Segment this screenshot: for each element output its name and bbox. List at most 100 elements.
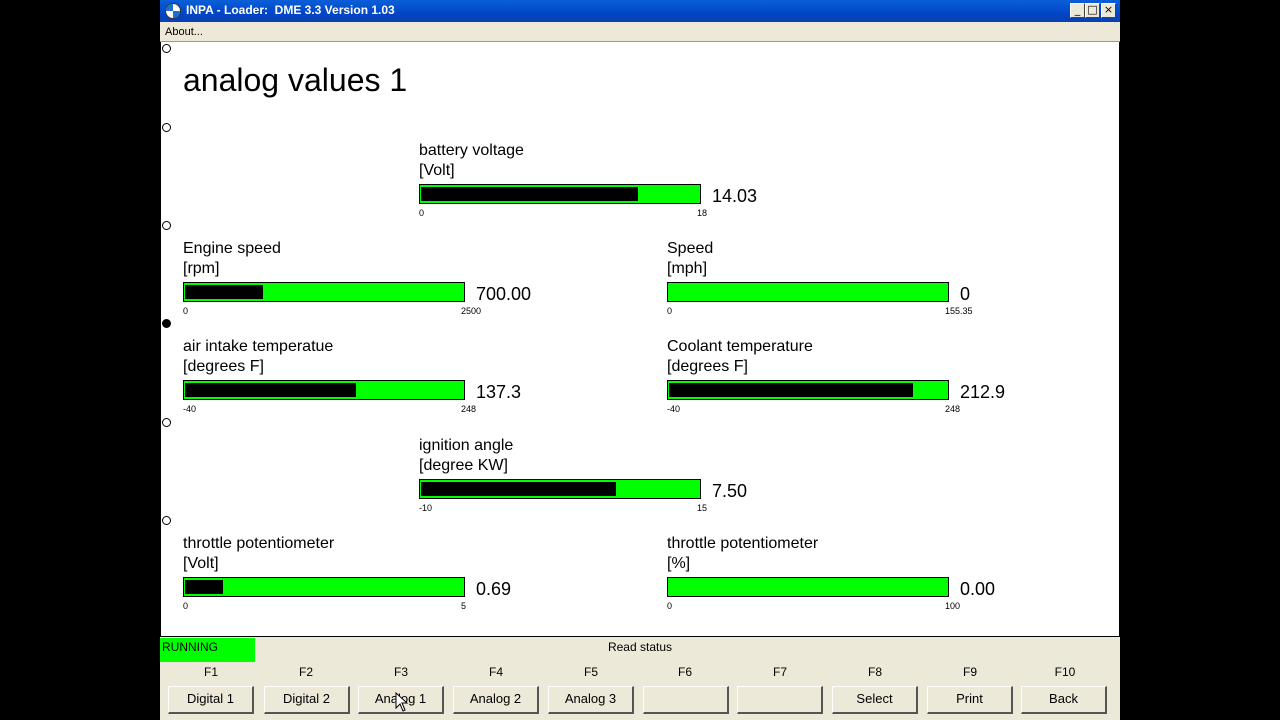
gauge-label: Engine speed xyxy=(183,240,281,257)
print-button[interactable]: Print xyxy=(927,686,1013,714)
gauge-throttle-potentiometer-percent: throttle potentiometer [%] 0.00 0 100 xyxy=(667,535,1087,625)
gauge-min: -10 xyxy=(419,503,433,513)
close-button[interactable]: × xyxy=(1101,3,1116,18)
inpa-window: INPA - Loader: DME 3.3 Version 1.03 _ □ … xyxy=(160,0,1120,720)
fkey-label-f6: F6 xyxy=(677,665,692,679)
analog-3-button[interactable]: Analog 3 xyxy=(548,686,634,714)
digital-2-button[interactable]: Digital 2 xyxy=(264,686,350,714)
gauge-value: 7.50 xyxy=(712,481,748,501)
gauge-engine-speed: Engine speed [rpm] 700.00 0 2500 xyxy=(183,240,603,330)
gauge-max: 18 xyxy=(697,208,708,218)
gauge-fill xyxy=(185,580,223,594)
gauge-unit: [Volt] xyxy=(419,162,455,179)
fkey-label-f7: F7 xyxy=(772,665,787,679)
row-selector-radio[interactable] xyxy=(162,516,171,525)
gauge-fill xyxy=(421,187,638,201)
fkey-label-f10: F10 xyxy=(1054,665,1076,679)
gauge-label: throttle potentiometer xyxy=(183,535,335,552)
gauge-coolant-temperature: Coolant temperature [degrees F] 212.9 -4… xyxy=(667,338,1087,428)
gauge-label: air intake temperatue xyxy=(183,338,334,355)
gauge-throttle-potentiometer-volt: throttle potentiometer [Volt] 0.69 0 5 xyxy=(183,535,603,625)
fkey-label-f9: F9 xyxy=(962,665,977,679)
gauge-unit: [mph] xyxy=(667,260,708,277)
fkey-label-f5: F5 xyxy=(583,665,598,679)
gauge-max: 248 xyxy=(461,404,477,414)
gauge-bar xyxy=(183,577,465,597)
gauge-min: 0 xyxy=(183,601,189,611)
gauge-bar xyxy=(667,577,949,597)
gauge-fill xyxy=(669,383,913,397)
gauge-bar xyxy=(667,380,949,400)
gauge-bar xyxy=(419,184,701,204)
select-button[interactable]: Select xyxy=(832,686,918,714)
status-bar: RUNNING Read status F1 F2 F3 F4 F5 F6 F7… xyxy=(160,636,1120,720)
gauge-label: throttle potentiometer xyxy=(667,535,819,552)
gauge-min: 0 xyxy=(667,601,673,611)
gauge-max: 2500 xyxy=(461,306,482,316)
gauge-label: ignition angle xyxy=(419,437,514,454)
gauge-value: 14.03 xyxy=(712,186,758,206)
gauge-max: 15 xyxy=(697,503,708,513)
main-content: analog values 1 battery voltage [Volt] 1… xyxy=(160,42,1120,636)
gauge-bar xyxy=(183,282,465,302)
gauge-unit: [rpm] xyxy=(183,260,220,277)
f7-button[interactable] xyxy=(737,686,823,714)
gauge-min: -40 xyxy=(667,404,681,414)
gauge-label: Coolant temperature xyxy=(667,338,813,355)
gauge-bar xyxy=(183,380,465,400)
gauge-max: 5 xyxy=(461,601,467,611)
gauge-unit: [degrees F] xyxy=(183,358,264,375)
gauge-label: battery voltage xyxy=(419,142,524,159)
gauge-max: 248 xyxy=(945,404,961,414)
gauge-max: 155.35 xyxy=(945,306,973,316)
gauge-unit: [%] xyxy=(667,555,691,572)
gauge-air-intake-temperature: air intake temperatue [degrees F] 137.3 … xyxy=(183,338,603,428)
row-selector-radio-selected[interactable] xyxy=(162,319,171,328)
minimize-button[interactable]: _ xyxy=(1070,3,1085,18)
gauge-label: Speed xyxy=(667,240,714,257)
gauge-fill xyxy=(185,285,263,299)
running-indicator: RUNNING xyxy=(160,638,255,662)
running-label: RUNNING xyxy=(162,640,218,654)
fkey-label-f2: F2 xyxy=(298,665,313,679)
gauge-value: 0 xyxy=(960,284,971,304)
window-title: INPA - Loader: DME 3.3 Version 1.03 xyxy=(186,3,395,17)
gauge-max: 100 xyxy=(945,601,961,611)
row-selector-radio[interactable] xyxy=(162,123,171,132)
menu-about[interactable]: About... xyxy=(165,26,203,38)
row-selector-radio[interactable] xyxy=(162,44,171,53)
gauge-ignition-angle: ignition angle [degree KW] 7.50 -10 15 xyxy=(419,437,839,527)
gauge-min: -40 xyxy=(183,404,197,414)
gauge-min: 0 xyxy=(183,306,189,316)
gauge-fill xyxy=(421,482,616,496)
gauge-min: 0 xyxy=(419,208,425,218)
gauge-value: 137.3 xyxy=(476,382,522,402)
digital-1-button[interactable]: Digital 1 xyxy=(168,686,254,714)
back-button[interactable]: Back xyxy=(1021,686,1107,714)
gauge-speed: Speed [mph] 0 0 155.35 xyxy=(667,240,1087,330)
f6-button[interactable] xyxy=(643,686,729,714)
analog-2-button[interactable]: Analog 2 xyxy=(453,686,539,714)
title-bar[interactable]: INPA - Loader: DME 3.3 Version 1.03 _ □ … xyxy=(160,0,1120,22)
row-selector-radio[interactable] xyxy=(162,221,171,230)
gauge-unit: [Volt] xyxy=(183,555,219,572)
gauge-value: 212.9 xyxy=(960,382,1006,402)
gauge-value: 0.69 xyxy=(476,579,512,599)
gauge-fill xyxy=(185,383,356,397)
gauge-value: 700.00 xyxy=(476,284,532,304)
gauge-bar xyxy=(667,282,949,302)
mouse-pointer-icon xyxy=(395,692,409,712)
bmw-logo-icon xyxy=(165,3,181,19)
fkey-label-f1: F1 xyxy=(203,665,218,679)
gauge-unit: [degrees F] xyxy=(667,358,748,375)
fkey-label-f4: F4 xyxy=(488,665,503,679)
gauge-value: 0.00 xyxy=(960,579,996,599)
gauge-min: 0 xyxy=(667,306,673,316)
gauge-unit: [degree KW] xyxy=(419,457,508,474)
gauge-battery-voltage: battery voltage [Volt] 14.03 0 18 xyxy=(419,142,839,232)
read-status-label: Read status xyxy=(607,640,673,654)
row-selector-radio[interactable] xyxy=(162,418,171,427)
maximize-button[interactable]: □ xyxy=(1085,3,1100,18)
fkey-label-f3: F3 xyxy=(393,665,408,679)
fkey-label-f8: F8 xyxy=(867,665,882,679)
